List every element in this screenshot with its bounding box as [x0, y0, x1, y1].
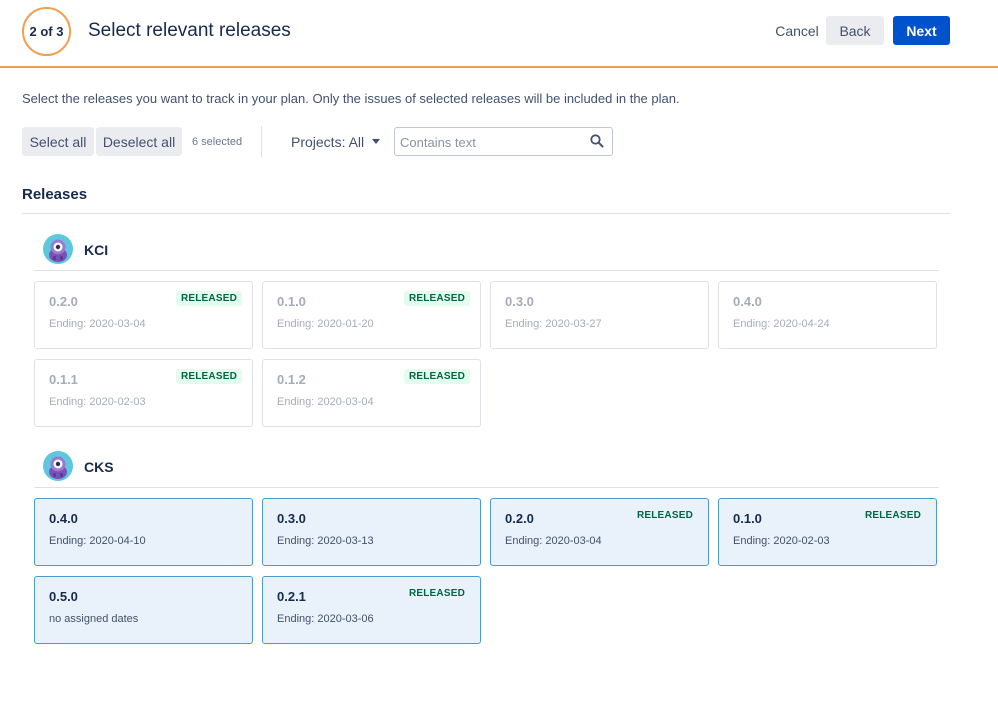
chevron-down-icon	[372, 139, 381, 144]
released-badge: RELEASED	[175, 369, 242, 384]
release-version: 0.5.0	[49, 589, 78, 604]
release-version: 0.1.0	[277, 294, 306, 309]
search-icon[interactable]	[589, 133, 605, 149]
released-badge: RELEASED	[636, 510, 693, 521]
selected-count: 6 selected	[192, 136, 243, 148]
release-end-date: Ending: 2020-03-04	[49, 318, 146, 330]
project-section-cks: CKS 0.4.0 Ending: 2020-04-10 0.3.0 Endin…	[34, 446, 939, 644]
release-end-date: Ending: 2020-04-24	[733, 318, 830, 330]
release-end-date: Ending: 2020-03-06	[277, 613, 374, 625]
search-input[interactable]	[400, 133, 580, 151]
release-card[interactable]: 0.3.0 Ending: 2020-03-13	[262, 498, 481, 566]
projects-filter-dropdown[interactable]: Projects: All	[283, 127, 388, 156]
release-card[interactable]: 0.2.0 Ending: 2020-03-04 RELEASED	[490, 498, 709, 566]
release-end-date: Ending: 2020-04-10	[49, 535, 146, 547]
release-version: 0.1.2	[277, 372, 306, 387]
monster-avatar-icon	[42, 233, 74, 265]
release-end-date: no assigned dates	[49, 613, 139, 625]
release-card[interactable]: 0.5.0 no assigned dates	[34, 576, 253, 644]
instructions-text: Select the releases you want to track in…	[22, 91, 680, 106]
deselect-all-button[interactable]: Deselect all	[96, 127, 182, 156]
release-end-date: Ending: 2020-03-04	[505, 535, 602, 547]
released-badge: RELEASED	[175, 291, 242, 306]
release-end-date: Ending: 2020-02-03	[49, 396, 146, 408]
project-header: KCI	[34, 229, 939, 271]
project-header: CKS	[34, 446, 939, 488]
search-field[interactable]	[394, 127, 613, 156]
select-all-button[interactable]: Select all	[22, 127, 94, 156]
back-button[interactable]: Back	[826, 16, 884, 45]
releases-divider	[22, 213, 950, 214]
release-card[interactable]: 0.4.0 Ending: 2020-04-10	[34, 498, 253, 566]
project-name: KCI	[84, 242, 109, 258]
monster-avatar-icon	[42, 450, 74, 482]
release-version: 0.1.1	[49, 372, 78, 387]
release-card[interactable]: 0.1.1 Ending: 2020-02-03 RELEASED	[34, 359, 253, 427]
release-card[interactable]: 0.2.0 Ending: 2020-03-04 RELEASED	[34, 281, 253, 349]
release-end-date: Ending: 2020-03-13	[277, 535, 374, 547]
projects-filter-label: Projects: All	[291, 133, 365, 150]
toolbar-divider	[261, 126, 262, 157]
releases-heading: Releases	[22, 186, 88, 203]
project-name: CKS	[84, 459, 114, 475]
released-badge: RELEASED	[864, 510, 921, 521]
release-card[interactable]: 0.1.0 Ending: 2020-02-03 RELEASED	[718, 498, 937, 566]
release-version: 0.4.0	[49, 511, 78, 526]
release-version: 0.2.0	[505, 511, 534, 526]
release-version: 0.2.1	[277, 589, 306, 604]
release-end-date: Ending: 2020-02-03	[733, 535, 830, 547]
step-indicator: 2 of 3	[22, 7, 71, 56]
project-section-kci: KCI 0.2.0 Ending: 2020-03-04 RELEASED 0.1…	[34, 229, 939, 427]
released-badge: RELEASED	[403, 291, 470, 306]
release-version: 0.1.0	[733, 511, 762, 526]
release-version: 0.3.0	[277, 511, 306, 526]
release-version: 0.4.0	[733, 294, 762, 309]
release-card[interactable]: 0.1.0 Ending: 2020-01-20 RELEASED	[262, 281, 481, 349]
release-card[interactable]: 0.4.0 Ending: 2020-04-24	[718, 281, 937, 349]
next-button[interactable]: Next	[893, 16, 950, 45]
release-card[interactable]: 0.3.0 Ending: 2020-03-27	[490, 281, 709, 349]
release-end-date: Ending: 2020-01-20	[277, 318, 374, 330]
release-version: 0.3.0	[505, 294, 534, 309]
release-version: 0.2.0	[49, 294, 78, 309]
wizard-header: 2 of 3 Select relevant releases Cancel B…	[0, 0, 998, 68]
page-title: Select relevant releases	[88, 20, 291, 41]
release-card[interactable]: 0.2.1 Ending: 2020-03-06 RELEASED	[262, 576, 481, 644]
released-badge: RELEASED	[403, 369, 470, 384]
release-end-date: Ending: 2020-03-27	[505, 318, 602, 330]
cancel-button[interactable]: Cancel	[770, 16, 824, 45]
release-card[interactable]: 0.1.2 Ending: 2020-03-04 RELEASED	[262, 359, 481, 427]
release-end-date: Ending: 2020-03-04	[277, 396, 374, 408]
released-badge: RELEASED	[408, 588, 465, 599]
